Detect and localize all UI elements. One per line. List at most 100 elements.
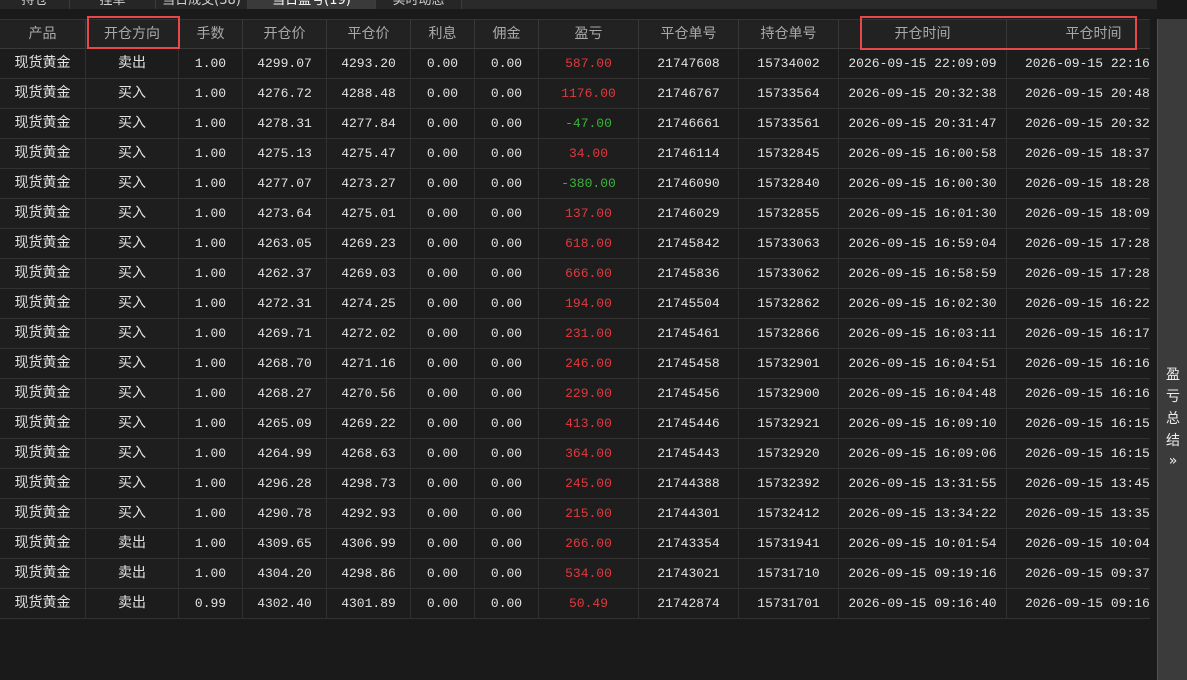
tab-pending-orders[interactable]: 挂单	[70, 0, 156, 9]
cell-interest: 0.00	[411, 259, 475, 288]
col-header-product[interactable]: 产品	[0, 20, 86, 49]
cell-close-time: 2026-09-15 17:28:2	[1025, 236, 1150, 251]
cell-direction: 买入	[86, 199, 179, 228]
cell-open-time: 2026-09-15 10:01:54	[839, 529, 1007, 558]
cell-lots: 1.00	[179, 319, 243, 348]
cell-open-time: 2026-09-15 09:16:40	[839, 589, 1007, 618]
tab-positions[interactable]: 持仓	[0, 0, 70, 9]
table-row[interactable]: 现货黄金 买入 1.00 4272.31 4274.25 0.00 0.00 194.00 21…	[0, 289, 1150, 319]
cell-close-price: 4293.20	[327, 49, 411, 78]
cell-pnl: 618.00	[539, 229, 639, 258]
cell-open-price: 4296.28	[243, 469, 327, 498]
cell-direction: 买入	[86, 349, 179, 378]
cell-open-time: 2026-09-15 16:59:04	[839, 229, 1007, 258]
cell-lots: 1.00	[179, 439, 243, 468]
col-header-open-time[interactable]: 开仓时间	[839, 20, 1007, 49]
cell-open-price: 4263.05	[243, 229, 327, 258]
table-row[interactable]: 现货黄金 买入 1.00 4268.27 4270.56 0.00 0.00 229.00 21…	[0, 379, 1150, 409]
cell-pnl: 534.00	[539, 559, 639, 588]
cell-product: 现货黄金	[0, 319, 86, 348]
cell-open-time: 2026-09-15 13:31:55	[839, 469, 1007, 498]
table-row[interactable]: 现货黄金 买入 1.00 4268.70 4271.16 0.00 0.00 246.00 21…	[0, 349, 1150, 379]
cell-close-order-no: 21745446	[639, 409, 739, 438]
col-header-commission[interactable]: 佣金	[475, 20, 539, 49]
table-row[interactable]: 现货黄金 买入 1.00 4263.05 4269.23 0.00 0.00 618.00 21…	[0, 229, 1150, 259]
col-header-close-time[interactable]: 平仓时间	[1007, 20, 1150, 49]
cell-commission: 0.00	[475, 229, 539, 258]
cell-close-time: 2026-09-15 20:32:2	[1025, 116, 1150, 131]
col-header-interest[interactable]: 利息	[411, 20, 475, 49]
cell-commission: 0.00	[475, 49, 539, 78]
col-header-pnl[interactable]: 盈亏	[539, 20, 639, 49]
col-header-direction[interactable]: 开仓方向	[86, 20, 179, 49]
table-row[interactable]: 现货黄金 买入 1.00 4296.28 4298.73 0.00 0.00 245.00 21…	[0, 469, 1150, 499]
cell-lots: 1.00	[179, 469, 243, 498]
cell-interest: 0.00	[411, 319, 475, 348]
table-row[interactable]: 现货黄金 卖出 1.00 4299.07 4293.20 0.00 0.00 587.00 21…	[0, 49, 1150, 79]
table-row[interactable]: 现货黄金 买入 1.00 4277.07 4273.27 0.00 0.00 -380.00 2…	[0, 169, 1150, 199]
cell-direction: 买入	[86, 79, 179, 108]
table-row[interactable]: 现货黄金 卖出 1.00 4309.65 4306.99 0.00 0.00 266.00 21…	[0, 529, 1150, 559]
cell-position-no: 15733063	[739, 229, 839, 258]
cell-close-order-no: 21746029	[639, 199, 739, 228]
table-row[interactable]: 现货黄金 卖出 1.00 4304.20 4298.86 0.00 0.00 534.00 21…	[0, 559, 1150, 589]
cell-open-time: 2026-09-15 20:31:47	[839, 109, 1007, 138]
cell-close-time: 2026-09-15 16:15:2	[1025, 446, 1150, 461]
cell-commission: 0.00	[475, 169, 539, 198]
table-row[interactable]: 现货黄金 买入 1.00 4275.13 4275.47 0.00 0.00 34.00 217…	[0, 139, 1150, 169]
tab-today-trades[interactable]: 当日成交(38)	[156, 0, 248, 9]
cell-commission: 0.00	[475, 469, 539, 498]
cell-position-no: 15731941	[739, 529, 839, 558]
cell-close-price: 4298.73	[327, 469, 411, 498]
table-row[interactable]: 现货黄金 买入 1.00 4278.31 4277.84 0.00 0.00 -47.00 21…	[0, 109, 1150, 139]
cell-commission: 0.00	[475, 199, 539, 228]
cell-open-price: 4277.07	[243, 169, 327, 198]
table-row[interactable]: 现货黄金 买入 1.00 4264.99 4268.63 0.00 0.00 364.00 21…	[0, 439, 1150, 469]
table-row[interactable]: 现货黄金 买入 1.00 4276.72 4288.48 0.00 0.00 1176.00 2…	[0, 79, 1150, 109]
cell-position-no: 15732855	[739, 199, 839, 228]
cell-position-no: 15732392	[739, 469, 839, 498]
tab-today-pnl[interactable]: 当日盈亏(19)	[248, 0, 376, 9]
cell-open-price: 4290.78	[243, 499, 327, 528]
cell-direction: 卖出	[86, 559, 179, 588]
cell-close-order-no: 21746090	[639, 169, 739, 198]
cell-product: 现货黄金	[0, 499, 86, 528]
table-header: 产品 开仓方向 手数 开仓价 平仓价 利息 佣金 盈亏 平仓单号 持仓单号 开仓…	[0, 19, 1150, 49]
table-row[interactable]: 现货黄金 买入 1.00 4273.64 4275.01 0.00 0.00 137.00 21…	[0, 199, 1150, 229]
table-row[interactable]: 现货黄金 买入 1.00 4265.09 4269.22 0.00 0.00 413.00 21…	[0, 409, 1150, 439]
cell-position-no: 15731701	[739, 589, 839, 618]
expand-chevron-icon[interactable]: »	[1158, 453, 1187, 469]
col-header-close-price[interactable]: 平仓价	[327, 20, 411, 49]
cell-open-price: 4265.09	[243, 409, 327, 438]
col-header-lots[interactable]: 手数	[179, 20, 243, 49]
table-row[interactable]: 现货黄金 买入 1.00 4269.71 4272.02 0.00 0.00 231.00 21…	[0, 319, 1150, 349]
cell-position-no: 15732845	[739, 139, 839, 168]
cell-close-time: 2026-09-15 16:15:4	[1025, 416, 1150, 431]
table-row[interactable]: 现货黄金 卖出 0.99 4302.40 4301.89 0.00 0.00 50.49 217…	[0, 589, 1150, 619]
cell-close-time: 2026-09-15 18:09:2	[1025, 206, 1150, 221]
col-header-close-order-no[interactable]: 平仓单号	[639, 20, 739, 49]
pnl-summary-panel[interactable]: 盈 亏 总 结 »	[1157, 19, 1187, 680]
cell-position-no: 15733561	[739, 109, 839, 138]
cell-close-price: 4301.89	[327, 589, 411, 618]
cell-commission: 0.00	[475, 139, 539, 168]
pnl-summary-char: 结	[1166, 433, 1180, 449]
col-header-open-price[interactable]: 开仓价	[243, 20, 327, 49]
cell-lots: 1.00	[179, 409, 243, 438]
table-row[interactable]: 现货黄金 买入 1.00 4262.37 4269.03 0.00 0.00 666.00 21…	[0, 259, 1150, 289]
cell-lots: 1.00	[179, 259, 243, 288]
cell-close-price: 4272.02	[327, 319, 411, 348]
cell-lots: 1.00	[179, 49, 243, 78]
table-row[interactable]: 现货黄金 买入 1.00 4290.78 4292.93 0.00 0.00 215.00 21…	[0, 499, 1150, 529]
cell-open-price: 4269.71	[243, 319, 327, 348]
cell-close-time: 2026-09-15 17:28:1	[1025, 266, 1150, 281]
cell-close-order-no: 21746114	[639, 139, 739, 168]
cell-lots: 1.00	[179, 169, 243, 198]
cell-product: 现货黄金	[0, 439, 86, 468]
tab-realtime-news[interactable]: 实时动态	[376, 0, 462, 9]
cell-close-time: 2026-09-15 22:16:2	[1025, 56, 1150, 71]
cell-close-time: 2026-09-15 09:37:1	[1025, 566, 1150, 581]
col-header-position-no[interactable]: 持仓单号	[739, 20, 839, 49]
cell-pnl: 194.00	[539, 289, 639, 318]
cell-close-order-no: 21745504	[639, 289, 739, 318]
